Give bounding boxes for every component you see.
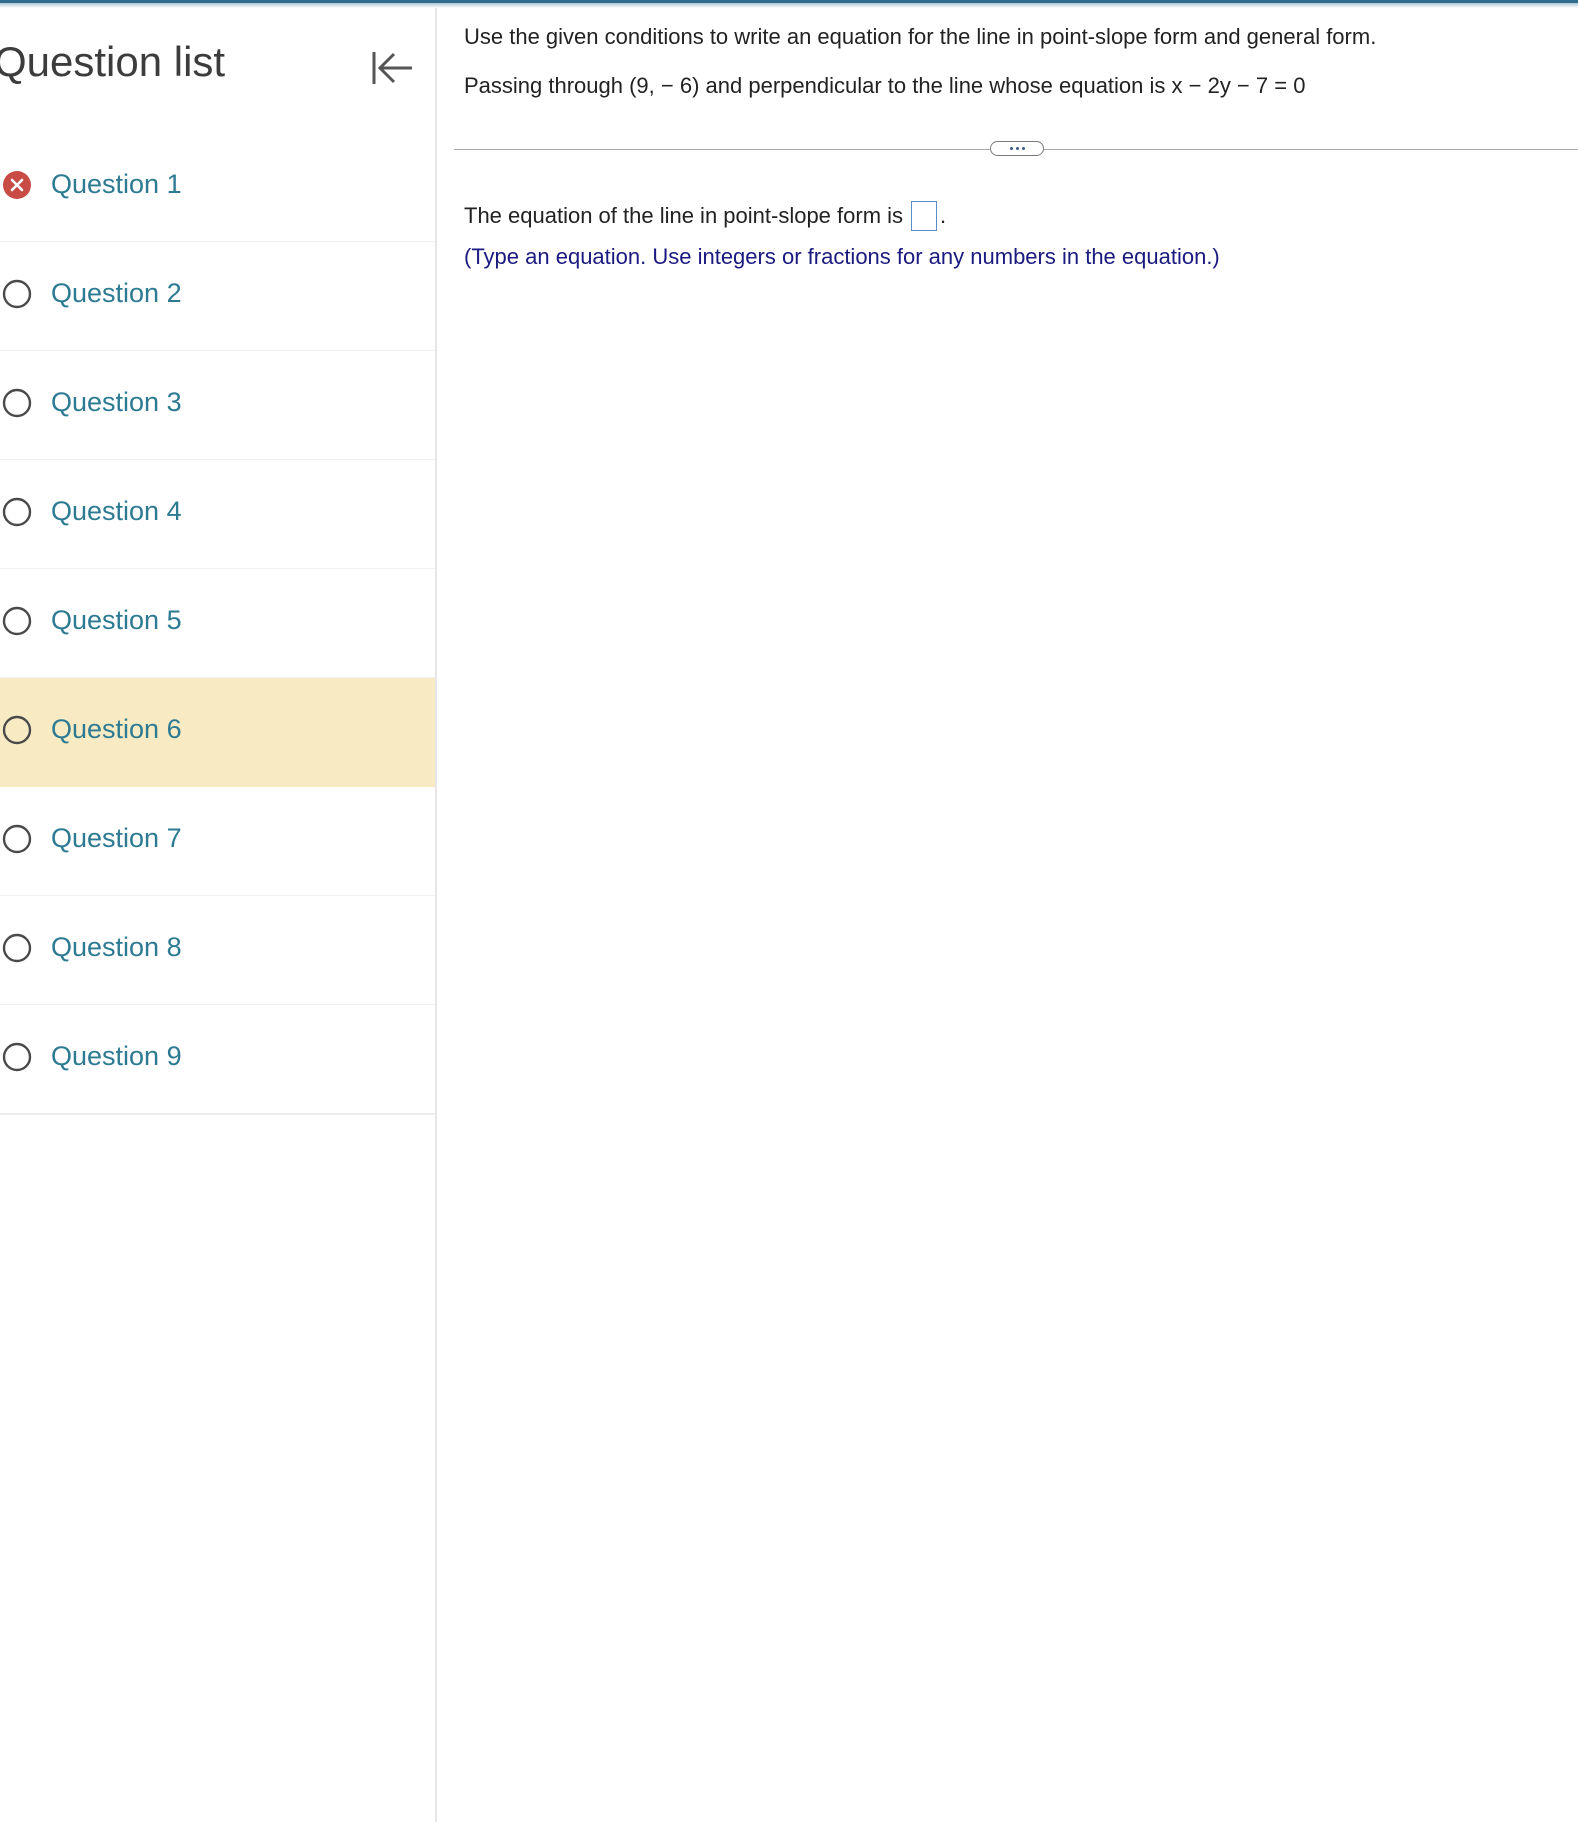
answer-hint: (Type an equation. Use integers or fract… xyxy=(464,244,1220,269)
expand-more-button[interactable] xyxy=(990,141,1044,156)
question-list-item-3[interactable]: Question 3 xyxy=(0,351,435,460)
question-list-item-5[interactable]: Question 5 xyxy=(0,569,435,678)
question-list-item-1[interactable]: Question 1 xyxy=(0,133,435,242)
question-list-sidebar: Question list Question 1 Question 2 Ques… xyxy=(0,8,437,1822)
sidebar-title: Question list xyxy=(0,38,226,85)
question-list: Question 1 Question 2 Question 3 Questio… xyxy=(0,133,435,1115)
collapse-sidebar-button[interactable] xyxy=(368,44,416,92)
empty-circle-icon xyxy=(2,606,32,636)
question-label: Question 5 xyxy=(51,605,182,635)
question-prompt: Use the given conditions to write an equ… xyxy=(464,24,1377,49)
answer-label: The equation of the line in point-slope … xyxy=(464,203,904,228)
collapse-left-arrow-icon xyxy=(372,52,412,84)
empty-circle-icon xyxy=(2,388,32,418)
question-list-item-8[interactable]: Question 8 xyxy=(0,896,435,1005)
question-label: Question 7 xyxy=(51,823,182,853)
question-condition: Passing through (9, − 6) and perpendicul… xyxy=(464,73,1306,98)
question-label: Question 2 xyxy=(51,278,182,308)
question-label: Question 6 xyxy=(51,714,182,744)
empty-circle-icon xyxy=(2,497,32,527)
answer-suffix: . xyxy=(940,203,947,228)
question-label: Question 9 xyxy=(51,1041,182,1071)
question-label: Question 8 xyxy=(51,932,182,962)
question-label: Question 4 xyxy=(51,496,182,526)
answer-row: The equation of the line in point-slope … xyxy=(464,201,946,231)
top-accent-bar xyxy=(0,0,1578,8)
empty-circle-icon xyxy=(2,715,32,745)
empty-circle-icon xyxy=(2,279,32,309)
incorrect-x-icon xyxy=(3,171,31,199)
empty-circle-icon xyxy=(2,933,32,963)
answer-input[interactable] xyxy=(911,201,938,231)
question-label: Question 1 xyxy=(51,169,182,199)
empty-circle-icon xyxy=(2,1042,32,1072)
question-content: Use the given conditions to write an equ… xyxy=(437,8,1578,1822)
question-label: Question 3 xyxy=(51,387,182,417)
question-list-item-6-active[interactable]: Question 6 xyxy=(0,678,435,787)
question-list-item-4[interactable]: Question 4 xyxy=(0,460,435,569)
question-list-item-2[interactable]: Question 2 xyxy=(0,242,435,351)
question-list-item-9[interactable]: Question 9 xyxy=(0,1005,435,1115)
empty-circle-icon xyxy=(2,824,32,854)
question-list-item-7[interactable]: Question 7 xyxy=(0,787,435,896)
